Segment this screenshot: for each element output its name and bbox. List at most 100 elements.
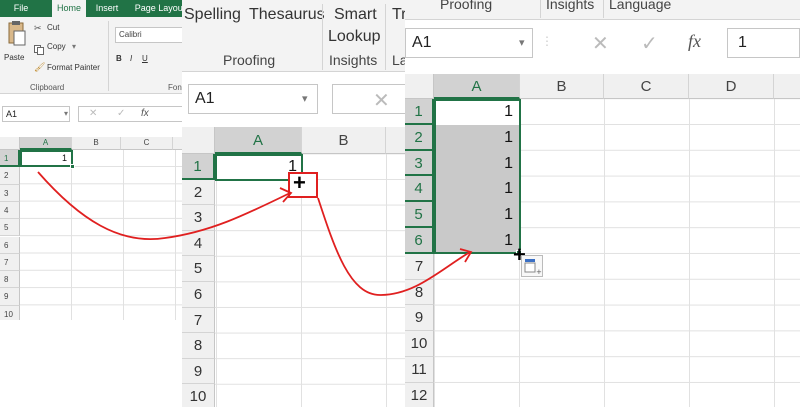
row-header-4[interactable]: 4 — [182, 230, 215, 257]
bold-button[interactable]: B — [116, 54, 122, 63]
paste-icon[interactable] — [6, 21, 26, 49]
cell-grid[interactable] — [20, 150, 183, 320]
cell-a3-value: 1 — [504, 154, 513, 172]
name-box[interactable]: A1 — [188, 84, 318, 114]
translate-button[interactable]: Tr — [392, 6, 406, 24]
fx-icon[interactable]: fx — [688, 31, 701, 52]
tab-file[interactable]: File — [0, 0, 42, 17]
row-header-8[interactable]: 8 — [0, 271, 20, 289]
tab-page-layout[interactable]: Page Layout — [130, 0, 183, 17]
column-header-c[interactable]: C — [604, 74, 689, 99]
row-header-10[interactable]: 10 — [405, 331, 434, 357]
ribbon-divider — [108, 21, 109, 91]
row-header-2[interactable]: 2 — [182, 179, 215, 206]
row-header-5[interactable]: 5 — [0, 219, 20, 237]
column-header-c[interactable]: C — [121, 137, 173, 150]
row-header-7[interactable]: 7 — [0, 253, 20, 272]
ribbon-divider — [385, 4, 386, 70]
enter-icon[interactable]: ✓ — [641, 31, 658, 56]
row-header-7[interactable]: 7 — [182, 307, 215, 334]
row-header-10[interactable]: 10 — [0, 305, 20, 320]
row-header-4[interactable]: 4 — [0, 201, 20, 220]
column-header-c[interactable] — [386, 127, 406, 154]
column-header-a[interactable]: A — [215, 127, 302, 154]
smart-lookup-label-2[interactable]: Lookup — [328, 28, 381, 46]
italic-button[interactable]: I — [130, 54, 132, 63]
ribbon-home: Paste ✂ Cut Copy ▾ 🖌 Format Painter Clip… — [0, 17, 183, 94]
format-painter-icon[interactable]: 🖌 — [34, 62, 45, 72]
row-header-1[interactable]: 1 — [0, 150, 20, 168]
cut-label[interactable]: Cut — [47, 23, 59, 32]
fill-handle[interactable] — [70, 164, 75, 169]
ribbon-divider — [603, 0, 604, 18]
row-header-3[interactable]: 3 — [182, 205, 215, 231]
tab-insert[interactable]: Insert — [90, 0, 124, 17]
panel-step-1: File Home Insert Page Layout Paste ✂ Cut… — [0, 0, 183, 320]
smart-lookup-label-1[interactable]: Smart — [334, 6, 377, 24]
row-header-6[interactable]: 6 — [0, 236, 20, 254]
formula-bar[interactable]: ✕ ✓ fx — [78, 106, 183, 122]
row-header-5[interactable]: 5 — [405, 202, 434, 228]
row-header-2[interactable]: 2 — [0, 167, 20, 185]
name-box-chevron-down-icon[interactable]: ▾ — [519, 36, 525, 49]
row-header-9[interactable]: 9 — [182, 358, 215, 385]
select-all-corner[interactable] — [182, 127, 215, 154]
row-header-12[interactable]: 12 — [405, 382, 434, 407]
row-header-2[interactable]: 2 — [405, 124, 434, 151]
cancel-icon[interactable]: ✕ — [373, 88, 390, 113]
fill-handle-cursor-icon[interactable]: + — [293, 170, 306, 196]
row-header-3[interactable]: 3 — [405, 150, 434, 177]
column-header-a[interactable]: A — [434, 74, 520, 99]
tab-home[interactable]: Home — [52, 0, 86, 17]
column-header-e[interactable] — [774, 74, 800, 99]
row-header-8[interactable]: 8 — [182, 333, 215, 359]
row-header-3[interactable]: 3 — [0, 184, 20, 202]
copy-chevron-down-icon[interactable]: ▾ — [72, 42, 76, 51]
row-header-4[interactable]: 4 — [405, 176, 434, 203]
column-header-b[interactable]: B — [302, 127, 386, 154]
thesaurus-button[interactable]: Thesaurus — [249, 6, 325, 24]
underline-button[interactable]: U — [142, 54, 148, 63]
formula-bar[interactable]: 1 — [727, 28, 800, 58]
tutorial-composite: File Home Insert Page Layout Paste ✂ Cut… — [0, 0, 800, 407]
cancel-icon[interactable]: ✕ — [89, 108, 97, 119]
name-box-chevron-down-icon[interactable]: ▾ — [64, 109, 68, 118]
copy-icon[interactable] — [34, 42, 44, 55]
row-header-10[interactable]: 10 — [182, 384, 215, 407]
row-header-11[interactable]: 11 — [405, 357, 434, 383]
format-painter-label[interactable]: Format Painter — [47, 63, 100, 72]
spelling-button[interactable]: Spelling — [184, 6, 241, 24]
filled-range-a1-a6[interactable]: 1 1 1 1 1 1 — [434, 99, 521, 254]
row-header-6[interactable]: 6 — [182, 282, 215, 308]
enter-icon[interactable]: ✓ — [117, 108, 125, 119]
formula-bar[interactable]: ✕ — [332, 84, 406, 114]
ribbon-review: Proofing Insights Language — [405, 0, 800, 20]
column-header-b[interactable]: B — [72, 137, 121, 150]
row-header-5[interactable]: 5 — [182, 256, 215, 282]
select-all-corner[interactable] — [0, 137, 20, 150]
row-header-7[interactable]: 7 — [405, 253, 434, 280]
font-name-select[interactable]: Calibri — [115, 27, 183, 43]
row-header-1[interactable]: 1 — [182, 154, 215, 180]
row-header-9[interactable]: 9 — [0, 288, 20, 306]
name-box[interactable]: A1 — [2, 106, 70, 122]
autofill-options-icon[interactable]: + — [521, 255, 543, 277]
copy-label[interactable]: Copy — [47, 42, 66, 51]
row-header-8[interactable]: 8 — [405, 279, 434, 306]
select-all-corner[interactable] — [405, 74, 434, 99]
row-header-6[interactable]: 6 — [405, 228, 434, 254]
column-header-a[interactable]: A — [20, 137, 72, 150]
active-cell-a1[interactable]: 1 — [20, 150, 73, 167]
cut-icon[interactable]: ✂ — [34, 23, 44, 33]
paste-label[interactable]: Paste — [4, 53, 24, 62]
cancel-icon[interactable]: ✕ — [592, 31, 609, 56]
fx-icon[interactable]: fx — [141, 108, 149, 119]
column-header-d[interactable]: D — [689, 74, 774, 99]
name-box-chevron-down-icon[interactable]: ▾ — [302, 92, 308, 105]
column-header-b[interactable]: B — [520, 74, 604, 99]
row-header-9[interactable]: 9 — [405, 305, 434, 332]
formula-bar-grip-icon: ⋮ — [541, 34, 553, 48]
row-header-1[interactable]: 1 — [405, 99, 434, 125]
svg-text:+: + — [536, 268, 542, 276]
name-box[interactable]: A1 — [405, 28, 533, 58]
